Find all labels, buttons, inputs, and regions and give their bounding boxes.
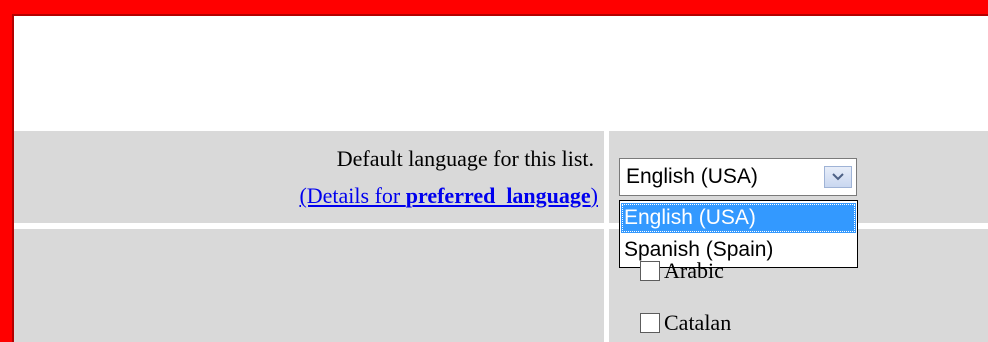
language-item-arabic: Arabic	[640, 258, 724, 284]
catalan-checkbox[interactable]	[640, 313, 660, 333]
details-link-suffix: )	[590, 183, 598, 208]
column-divider	[604, 131, 609, 342]
arabic-label: Arabic	[664, 258, 724, 283]
frame-top-shadow	[12, 14, 988, 16]
default-language-select[interactable]: English (USA)	[619, 158, 857, 196]
arabic-checkbox[interactable]	[640, 261, 660, 281]
details-preferred-language-link[interactable]: (Details for preferred language)	[299, 183, 598, 209]
catalan-label: Catalan	[664, 310, 732, 335]
default-language-label: Default language for this list.	[336, 146, 594, 171]
select-current-value: English (USA)	[626, 165, 758, 188]
details-link-bold: preferred language	[405, 183, 591, 208]
chevron-down-icon[interactable]	[824, 166, 852, 188]
language-item-catalan: Catalan	[640, 310, 731, 336]
dropdown-option-english-usa[interactable]: English (USA)	[621, 203, 856, 233]
details-link-prefix: (Details for	[299, 183, 406, 208]
